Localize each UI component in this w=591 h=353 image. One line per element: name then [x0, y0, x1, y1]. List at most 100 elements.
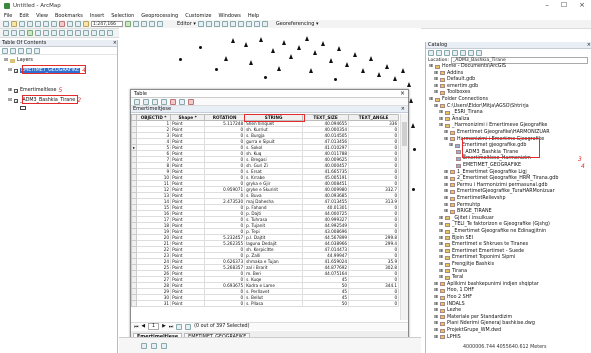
expand-icon[interactable]: ⊞ — [439, 117, 443, 122]
toc-options-icon[interactable] — [34, 48, 40, 54]
catalog-item-label[interactable]: BRIGE_TIRANE — [457, 209, 492, 214]
catalog-item-label[interactable]: Hoo 2 SHF — [447, 295, 472, 300]
catalog-item-label[interactable]: Bjoin SEI — [452, 236, 473, 241]
catalog-item-label[interactable]: INDALS — [447, 302, 465, 307]
expand-icon[interactable]: ⊞ — [434, 104, 438, 109]
copy-icon[interactable] — [43, 21, 49, 27]
attributes-icon[interactable] — [253, 21, 260, 27]
full-extent-icon[interactable] — [27, 30, 33, 36]
expand-icon[interactable]: ⊞ — [444, 170, 448, 175]
catalog-item-label[interactable]: EmertimetRelievshp — [457, 196, 505, 201]
catalog-item-label[interactable]: EMETIMET_GEOGRAFIKE — [463, 163, 521, 168]
table-name-close-icon[interactable]: × — [401, 106, 405, 113]
python-icon[interactable] — [149, 21, 155, 27]
catalog-item-label[interactable]: 1_Emertimet Gjeografike Ligj_ — [457, 170, 529, 175]
catalog-item-label[interactable]: Teral — [452, 275, 463, 280]
toc-layer-emertime[interactable]: ⊞ ✓ Emertimeltlese 5 — [8, 87, 62, 94]
catalog-item-label[interactable]: Plani Nderimi Gjeneraj bashkise.dwg — [447, 321, 535, 326]
connect-folder-icon[interactable] — [460, 50, 466, 56]
catalog-item-label[interactable]: _ESRI_Tirana — [452, 110, 483, 115]
table-cell[interactable]: s. Pllasa — [244, 300, 304, 307]
sketch-properties-icon[interactable] — [261, 21, 268, 27]
catalog-item[interactable]: ⊞ EmertimetGjeografike_TuraHARMonizuar — [444, 189, 555, 194]
arctoolbox-icon[interactable] — [141, 21, 147, 27]
catalog-item[interactable]: ⊞ _Emertimet Gjeografike ne Edinagjitnin — [439, 229, 546, 234]
catalog-item[interactable]: ⊞ Toolboxes — [434, 90, 470, 95]
go-forward-icon[interactable] — [59, 30, 65, 36]
add-data-icon[interactable] — [83, 21, 89, 27]
fixed-zoom-in-icon[interactable] — [35, 30, 41, 36]
expand-icon[interactable]: ⊞ — [444, 203, 448, 208]
up-icon[interactable] — [444, 50, 450, 56]
catalog-item[interactable]: ⊞ ProjektGrupe_WM.dwd — [434, 328, 501, 333]
catalog-close-icon[interactable]: × — [587, 42, 591, 48]
list-by-selection-icon[interactable] — [26, 48, 32, 54]
catalog-item-label[interactable]: Materiale per Standardizim — [447, 315, 512, 320]
catalog-item-label[interactable]: Emertimet Toponimi Sipmi — [452, 255, 515, 260]
catalog-item[interactable]: ⊞ Plani Nderimi Gjeneraj bashkise.dwg — [434, 321, 535, 326]
catalog-item[interactable]: ⊞ _Harmonizimi i Emertimeve Gjeografike — [439, 123, 547, 128]
attribute-table[interactable]: OBJECTID * Shape * ROTATION STRING TEXT_… — [131, 114, 400, 307]
table-row[interactable]: 31 Point 0 s. Pllasa 50 0 — [131, 300, 400, 307]
first-record-icon[interactable]: ⏮ — [134, 324, 138, 330]
menu-geoprocessing[interactable]: Geoprocessing — [141, 13, 178, 19]
catalog-item[interactable]: ⊞ _TELI_Te faktorizon e Gjeografike (Gjsh… — [439, 222, 550, 227]
print-icon[interactable] — [27, 21, 33, 27]
table-cell[interactable]: 50 — [302, 300, 350, 307]
editor-menu[interactable]: Editor ▾ — [177, 21, 196, 27]
expand-icon[interactable]: ⊞ — [439, 229, 443, 234]
catalog-item-label[interactable]: Analiza — [452, 117, 469, 122]
catalog-item-label[interactable]: Permuhtp — [457, 203, 480, 208]
catalog-item-label[interactable]: LPHIS — [447, 335, 461, 340]
expand-icon[interactable]: ⊞ — [434, 90, 438, 95]
find-icon[interactable] — [99, 30, 105, 36]
catalog-item[interactable]: ⊞ Bjoin SEI — [439, 236, 473, 241]
expand-icon[interactable]: ⊞ — [444, 137, 448, 142]
layers-group[interactable]: ⊟ Layers — [4, 58, 33, 63]
maximize-icon[interactable]: ☐ — [561, 1, 567, 9]
expand-icon[interactable]: ⊞ — [434, 84, 438, 89]
pause-view-icon[interactable] — [161, 342, 167, 349]
show-all-records-icon[interactable] — [176, 323, 183, 330]
table-window-titlebar[interactable]: Table × — [131, 90, 408, 98]
catalog-item-label[interactable]: Emertimet Gjeografike\HARMONIZUAR — [457, 130, 550, 135]
straight-segment-icon[interactable] — [213, 21, 220, 27]
menu-bookmarks[interactable]: Bookmarks — [55, 13, 83, 19]
redo-icon[interactable] — [75, 21, 81, 27]
expand-icon[interactable]: ⊞ — [434, 295, 438, 300]
catalog-item[interactable]: ⊞ Materiale per Standardizim — [434, 315, 512, 320]
catalog-item-label[interactable]: Default.gdb — [447, 77, 475, 82]
catalog-item[interactable]: ⊞ Hoo 2 SHF — [434, 295, 472, 300]
record-number-input[interactable]: 1 — [148, 323, 160, 330]
expand-icon[interactable]: ⊞ — [444, 183, 448, 188]
location-input[interactable]: _ADM3_Bashkia_Tirane — [450, 57, 588, 64]
expand-icon[interactable]: ⊞ — [439, 236, 443, 241]
catalog-item[interactable]: ⊞ 2_Emertimet Gjeografike_HRM_Tirana.gdb — [444, 176, 558, 181]
undo-icon[interactable] — [67, 21, 73, 27]
catalog-item[interactable]: ⊞ emertim.gdb — [434, 84, 478, 89]
expand-icon[interactable]: ⊟ — [8, 98, 12, 103]
catalog-item-label[interactable]: _Harmonizimi i Emertimeve Gjeografike — [452, 123, 547, 128]
zoom-to-selected-icon[interactable] — [179, 98, 185, 105]
prev-record-icon[interactable]: ◀ — [141, 324, 145, 329]
catalog-item[interactable]: ⊞ Folder Connections — [429, 97, 488, 102]
view-options-icon[interactable] — [468, 50, 474, 56]
expand-icon[interactable]: ⊞ — [439, 123, 443, 128]
catalog-item[interactable]: ⊞ Permu i Harmonizimi permasunal.gdb — [444, 183, 548, 188]
catalog-item-label[interactable]: 2_Emertimet Gjeografike_HRM_Tirana.gdb — [457, 176, 558, 181]
catalog-item[interactable]: ⊞ Default.gdb — [434, 77, 475, 82]
collapse-icon[interactable]: ⊟ — [4, 58, 8, 63]
catalog-item-label[interactable]: _Emertimet Gjeografike ne Edinagjitnin — [452, 229, 546, 234]
catalog-item[interactable]: ⊞ Analiza — [439, 117, 469, 122]
split-icon[interactable] — [237, 21, 244, 27]
catalog-item-label[interactable]: Folder Connections — [442, 97, 488, 102]
menu-view[interactable]: View — [36, 13, 48, 19]
catalog-item-label[interactable]: EmertimetGjeografike_TuraHARMonizuar — [457, 189, 555, 194]
attribute-table-window[interactable]: Table × EmertimeltJese × OBJECTID * Shap… — [130, 89, 409, 342]
model-builder-icon[interactable] — [157, 21, 163, 27]
refresh-catalog-icon[interactable] — [476, 50, 482, 56]
catalog-item[interactable]: ⊞ _ESRI_Tirana — [439, 110, 483, 115]
menu-selection[interactable]: Selection — [111, 13, 134, 19]
catalog-item-label[interactable]: _TELI_Te faktorizon e Gjeografike (Gjshg… — [452, 222, 550, 227]
catalog-item-label[interactable]: Lezhe — [447, 308, 461, 313]
